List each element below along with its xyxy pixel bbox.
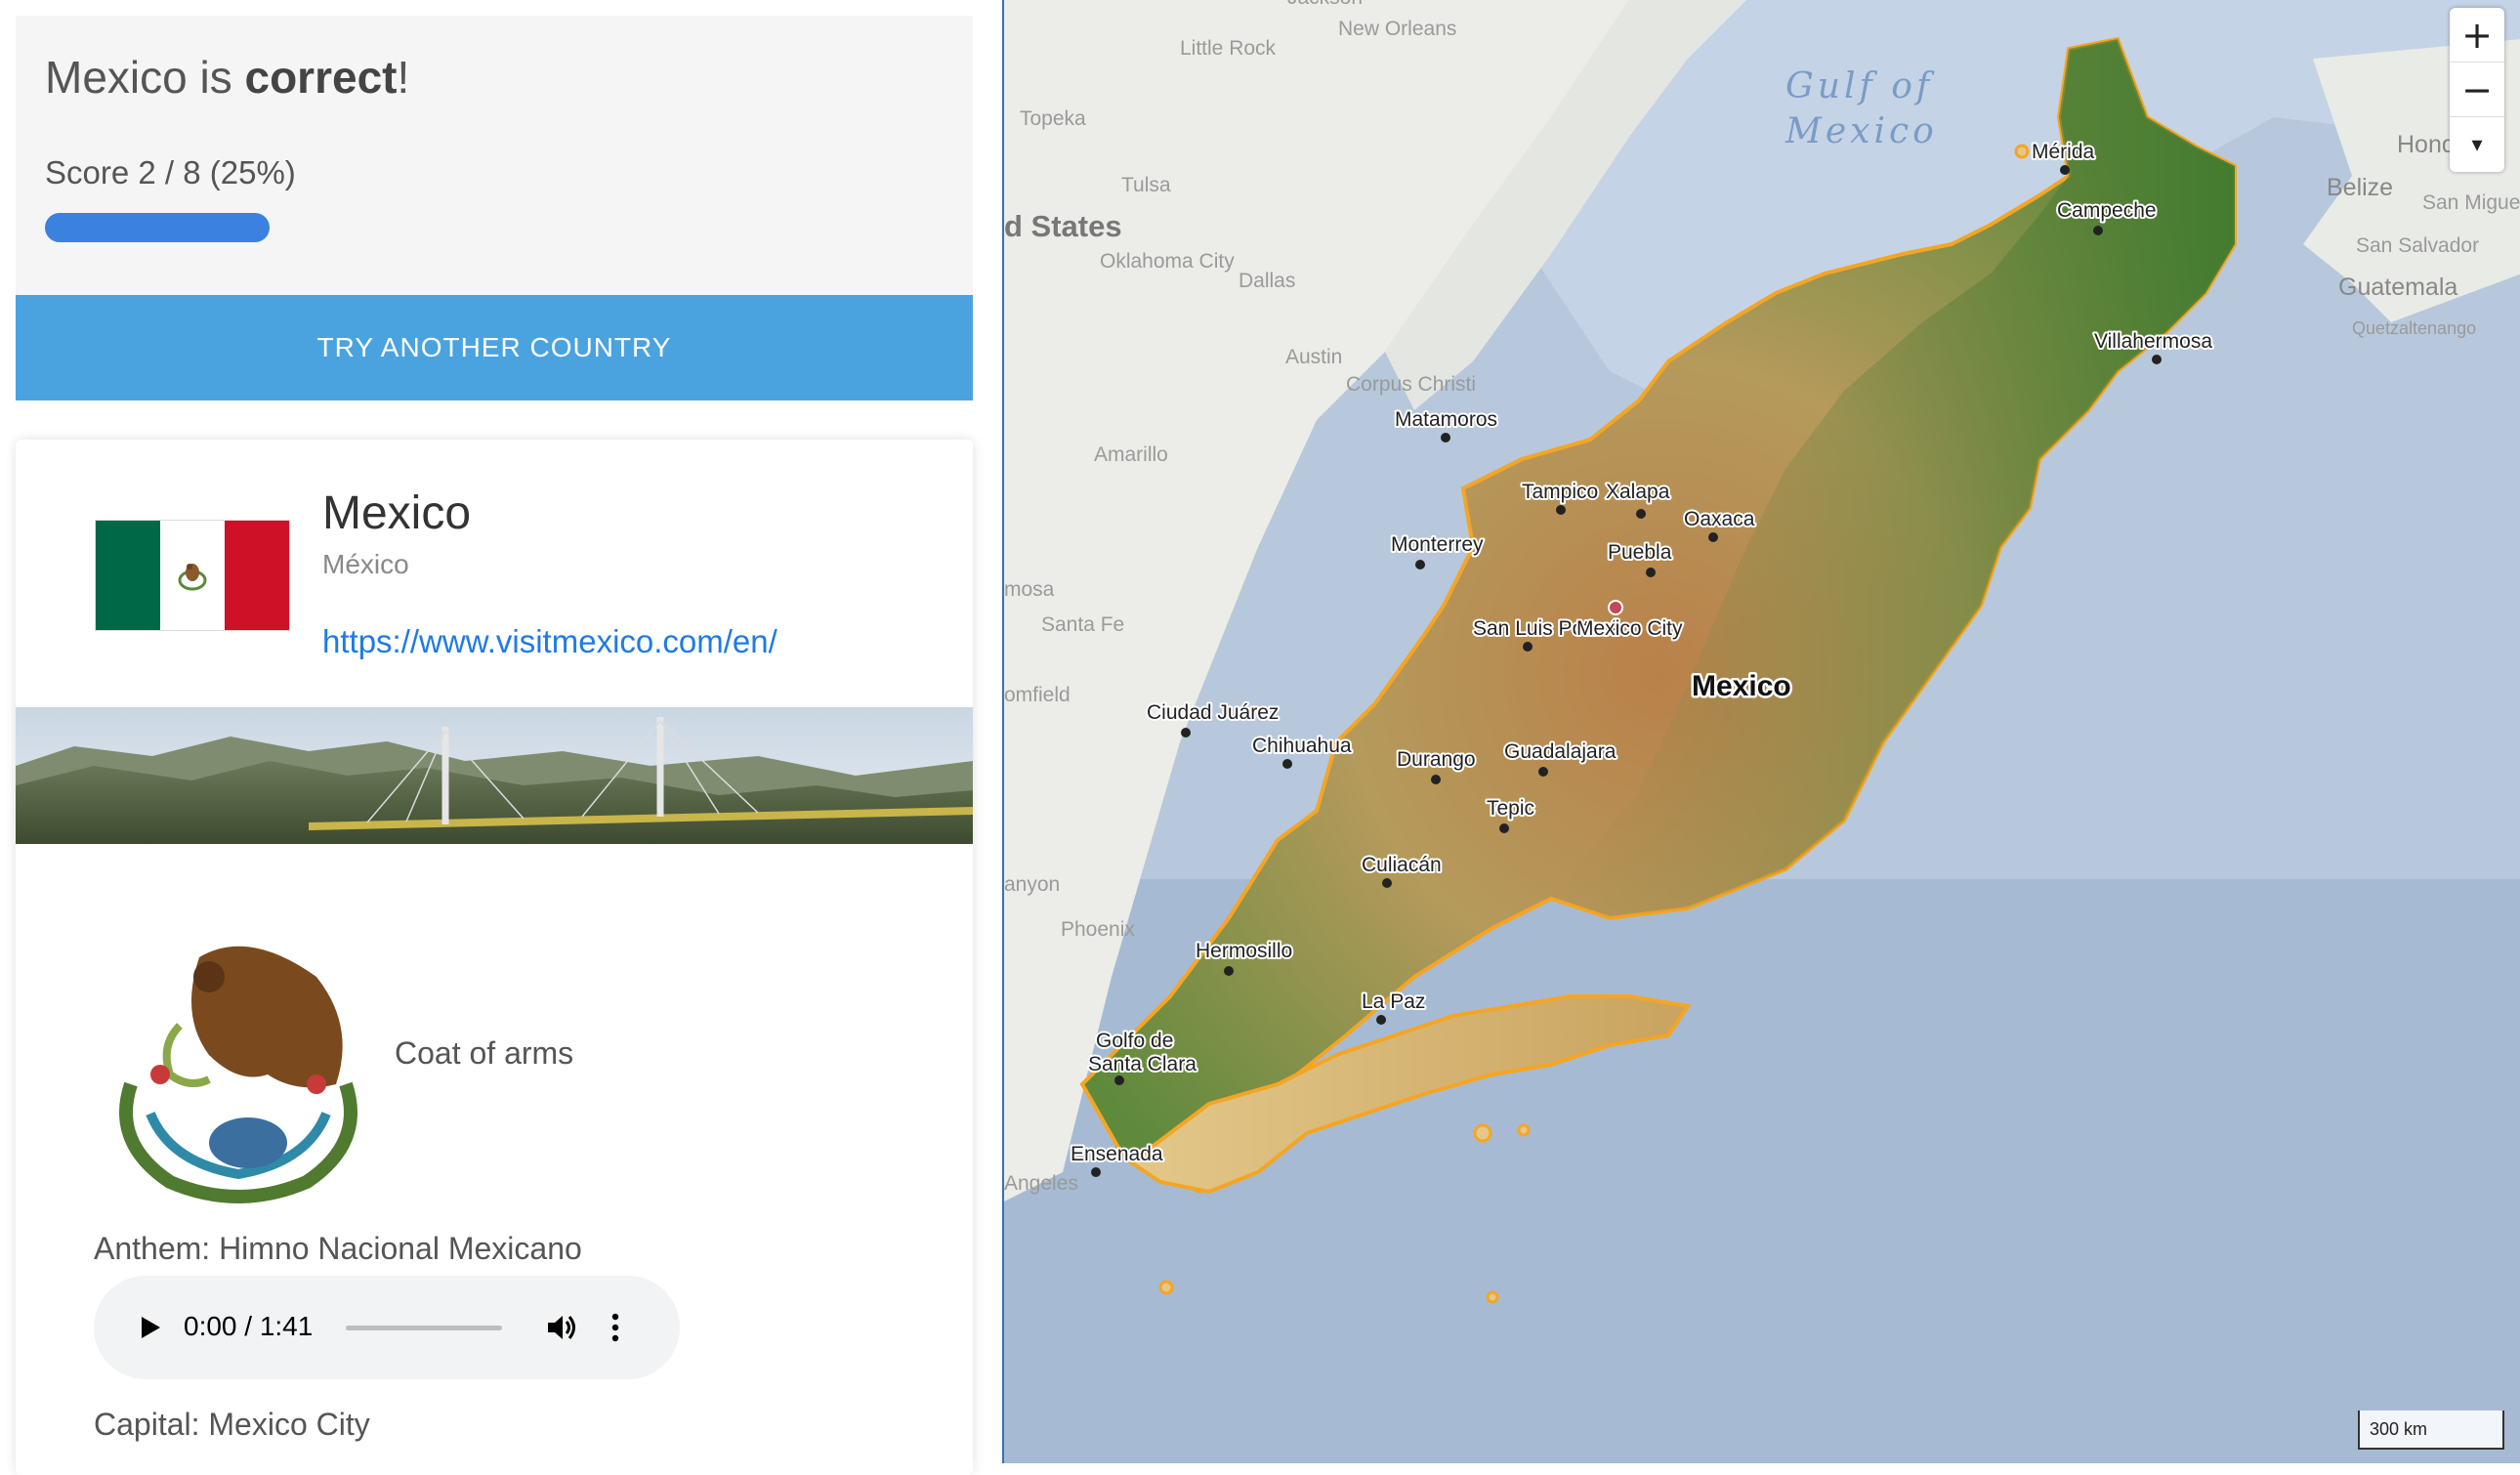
flag-stripe-red (225, 521, 289, 630)
map-label-austin: Austin (1285, 346, 1342, 368)
map-city-monterrey: Monterrey (1391, 533, 1484, 556)
map-view[interactable]: New Orleans Little Rock Topeka Tulsa Okl… (1002, 0, 2520, 1463)
result-end: ! (397, 52, 410, 103)
result-mid: is (187, 52, 245, 103)
map-label-dallas: Dallas (1239, 270, 1295, 292)
map-city-xalapa: Xalapa (1606, 481, 1670, 503)
map-city-hermosillo: Hermosillo (1196, 940, 1292, 962)
result-box: Mexico is correct! Score 2 / 8 (25%) (16, 16, 973, 295)
coat-of-arms-label: Coat of arms (395, 1035, 574, 1071)
anthem-audio-player[interactable]: 0:00 / 1:41 (94, 1276, 680, 1379)
map-scale-bar: 300 km (2358, 1411, 2504, 1450)
audio-time: 0:00 / 1:41 (184, 1311, 314, 1341)
flag-stripe-white (160, 521, 225, 630)
result-title: Mexico is correct! (45, 51, 409, 104)
map-label-guatemala: Guatemala (2338, 274, 2457, 301)
map-label-omfield: omfield (1004, 684, 1071, 706)
map-label-jackson: Jackson (1287, 0, 1363, 9)
map-city-culiacan: Culiacán (1362, 854, 1442, 876)
score-label: Score 2 / 8 (25%) (45, 154, 296, 190)
map-label-anyon: anyon (1004, 873, 1060, 896)
map-canvas: New Orleans Little Rock Topeka Tulsa Okl… (1004, 0, 2520, 1463)
map-city-oaxaca: Oaxaca (1684, 508, 1755, 530)
map-label-belize: Belize (2327, 174, 2393, 201)
map-label-topeka: Topeka (1020, 107, 1086, 130)
country-card: Mexico México https://www.visitmexico.co… (16, 440, 973, 1475)
map-city-puebla: Puebla (1608, 541, 1672, 564)
map-label-amarillo: Amarillo (1094, 443, 1168, 466)
map-label-gulf-line2: Mexico (1785, 111, 1938, 151)
map-city-mexico-city: Mexico City (1576, 617, 1683, 640)
map-label-united-states: d States (1004, 209, 1122, 243)
anthem-label: Anthem: Himno Nacional Mexicano (94, 1231, 582, 1266)
map-city-ensenada: Ensenada (1071, 1143, 1163, 1165)
map-label-gulf-line1: Gulf of (1785, 66, 1935, 106)
map-label-mosa: mosa (1004, 578, 1055, 601)
coat-of-arms-icon (119, 946, 357, 1203)
map-city-tampico: Tampico (1522, 481, 1598, 503)
map-city-ciudad-juarez: Ciudad Juárez (1147, 701, 1279, 724)
map-label-quetzaltenango: Quetzaltenango (2352, 318, 2476, 338)
map-label-santa-fe: Santa Fe (1041, 613, 1124, 636)
map-zoom-control: + − ▾ (2450, 8, 2504, 172)
country-name: Mexico (322, 487, 472, 539)
result-verdict: correct (244, 52, 398, 103)
flag-emblem-icon (178, 564, 207, 591)
country-native-name: México (322, 549, 409, 579)
flag-stripe-green (96, 521, 160, 630)
country-tourism-link[interactable]: https://www.visitmexico.com/en/ (322, 623, 777, 660)
audio-seek-slider[interactable] (346, 1326, 502, 1330)
map-city-villahermosa: Villahermosa (2094, 330, 2212, 353)
map-label-angeles: Angeles (1004, 1172, 1078, 1195)
map-label-san-miguel: San Miguel (2422, 191, 2520, 214)
map-city-merida: Mérida (2032, 141, 2095, 163)
more-vertical-icon[interactable] (606, 1311, 625, 1344)
map-city-chihuahua: Chihuahua (1252, 735, 1352, 757)
map-label-oklahoma-city: Oklahoma City (1100, 250, 1235, 273)
zoom-out-button[interactable]: − (2450, 63, 2504, 117)
score-progress-bar (45, 213, 944, 242)
map-city-campeche: Campeche (2057, 199, 2157, 222)
map-city-matamoros: Matamoros (1395, 408, 1497, 431)
zoom-in-button[interactable]: + (2450, 8, 2504, 63)
country-banner-image (16, 707, 973, 844)
compass-reset-button[interactable]: ▾ (2450, 117, 2504, 172)
map-label-tulsa: Tulsa (1121, 174, 1171, 196)
map-label-little-rock: Little Rock (1180, 37, 1277, 60)
map-city-santa-clara: Santa Clara (1088, 1053, 1197, 1075)
map-label-phoenix: Phoenix (1061, 918, 1135, 941)
result-country: Mexico (45, 52, 188, 103)
map-label-corpus-christi: Corpus Christi (1346, 373, 1476, 396)
map-city-guadalajara: Guadalajara (1504, 740, 1617, 763)
map-city-tepic: Tepic (1487, 797, 1534, 820)
capital-label: Capital: Mexico City (94, 1407, 370, 1442)
map-label-new-orleans: New Orleans (1338, 18, 1456, 40)
map-label-mexico: Mexico (1692, 670, 1791, 702)
volume-icon[interactable] (545, 1311, 578, 1344)
map-city-golfo-de: Golfo de (1096, 1030, 1173, 1052)
map-label-san-salvador: San Salvador (2356, 234, 2479, 257)
try-another-country-button[interactable]: TRY ANOTHER COUNTRY (16, 295, 973, 400)
mexico-flag-icon (95, 520, 290, 631)
bridge-landscape-image (16, 707, 973, 844)
score-progress-fill (45, 213, 270, 242)
map-city-durango: Durango (1397, 748, 1476, 771)
play-icon[interactable] (135, 1313, 164, 1342)
sidebar: Mexico is correct! Score 2 / 8 (25%) TRY… (0, 0, 1002, 1475)
map-city-la-paz: La Paz (1362, 990, 1425, 1013)
